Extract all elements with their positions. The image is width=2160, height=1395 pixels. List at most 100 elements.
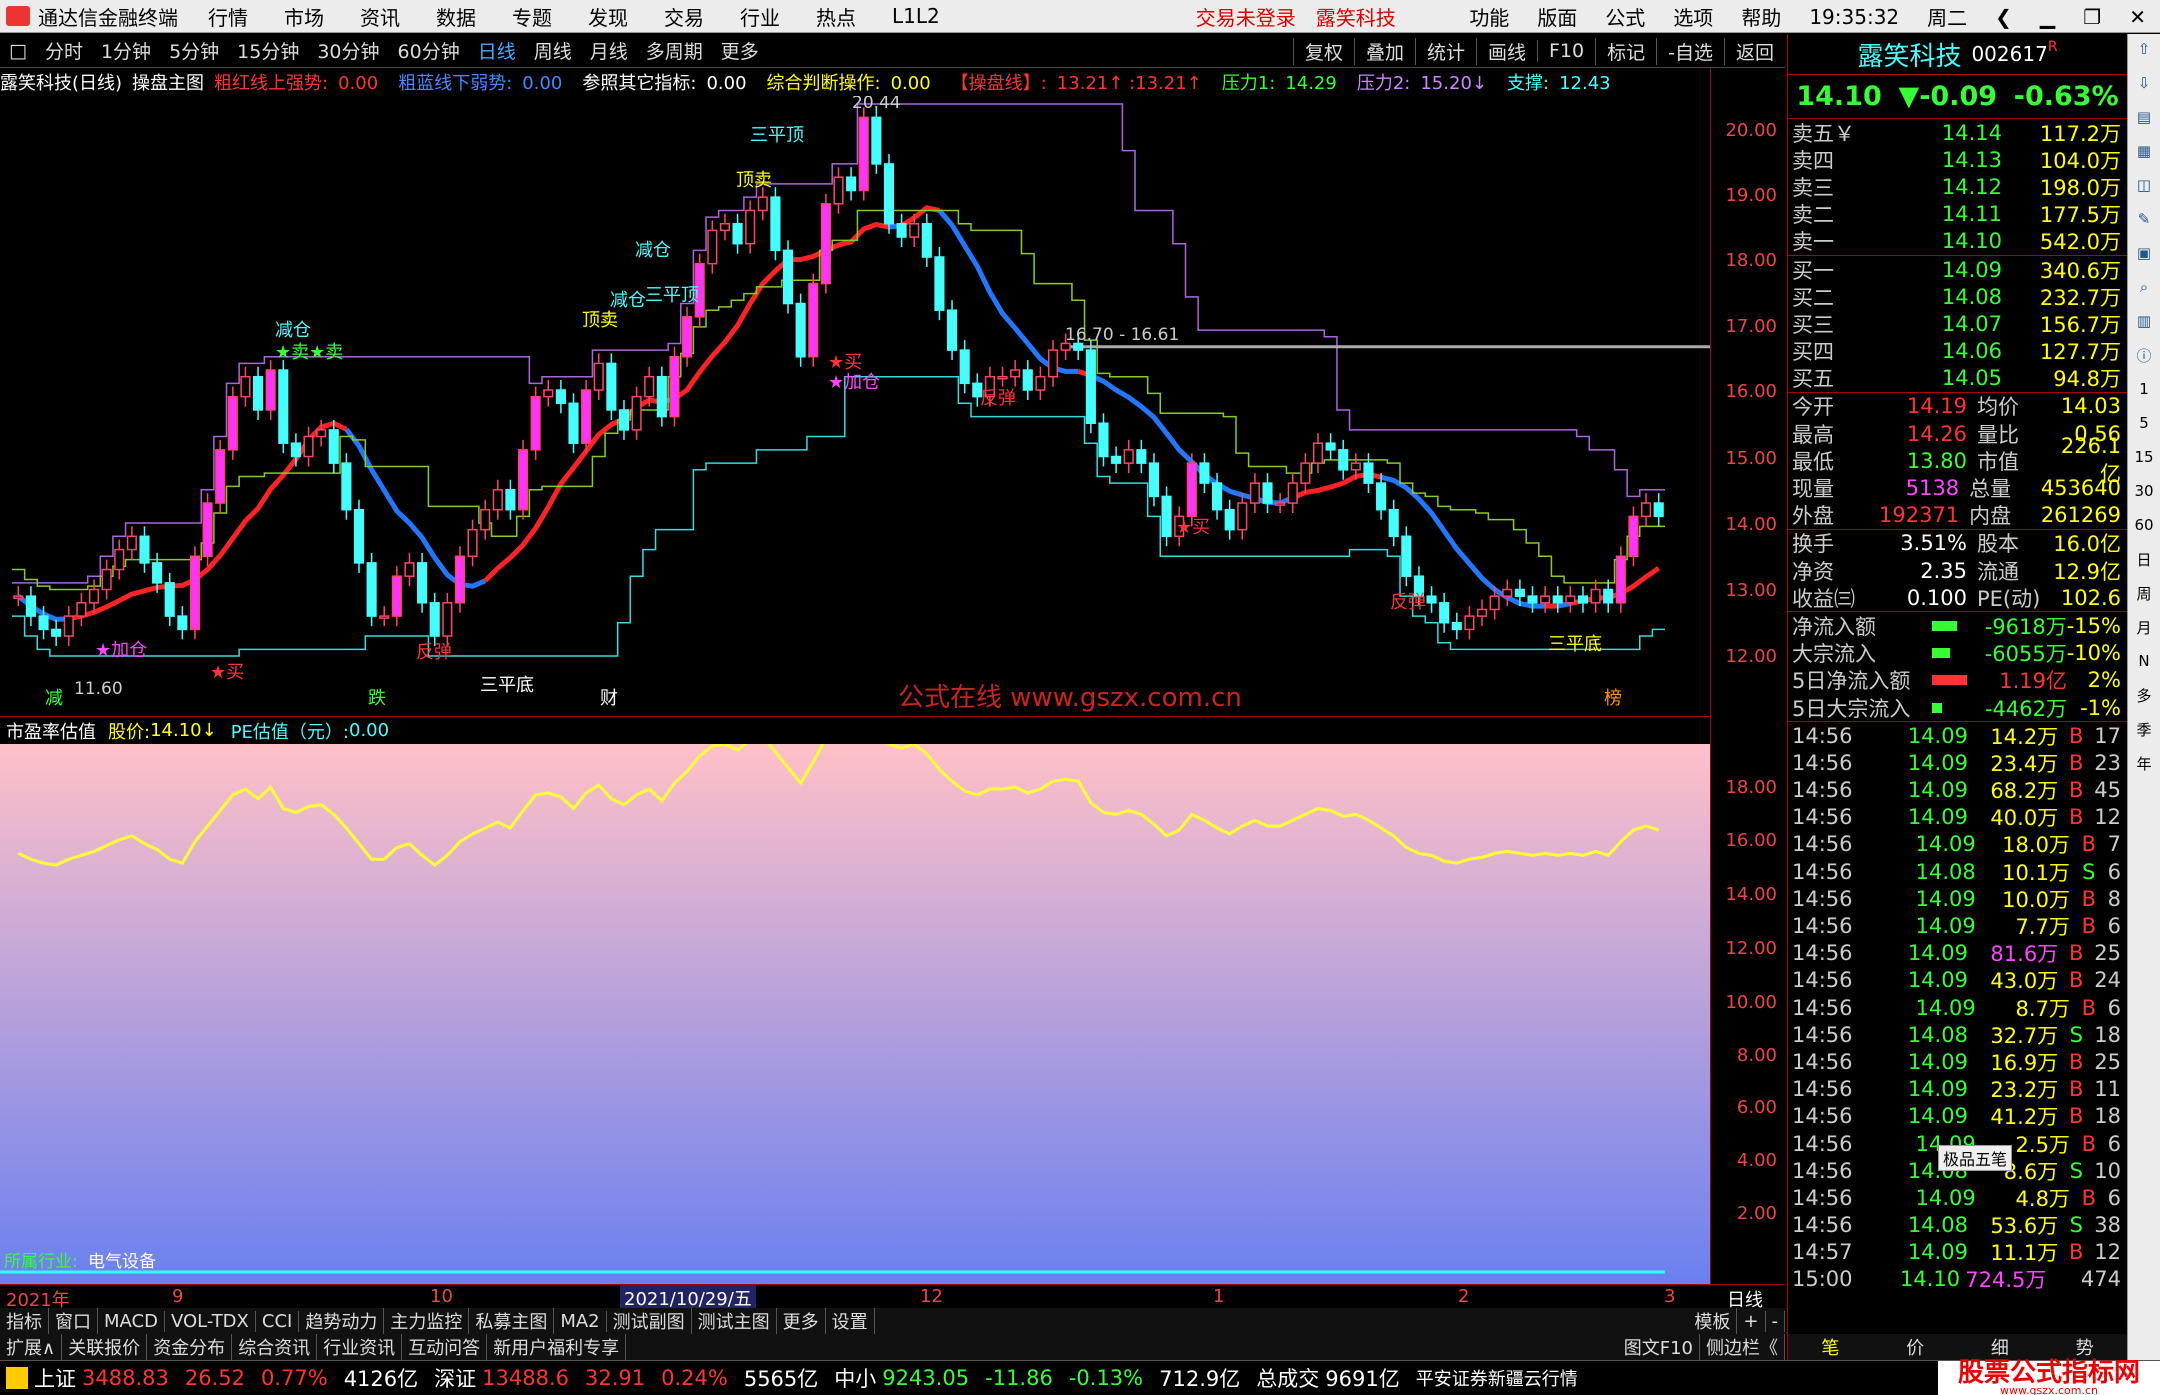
tick-list[interactable]: 14:56 14.09 14.2万 B 17 14:56 14.09 23.4万 B 23 14:5… <box>1788 721 2127 1293</box>
minimize-icon[interactable]: ▁ <box>2040 5 2055 29</box>
status-icon[interactable] <box>6 1367 28 1389</box>
sidebar-period-year[interactable]: 年 <box>2128 748 2160 778</box>
menu-options[interactable]: 选项 <box>1673 2 1713 31</box>
tab-related[interactable]: 关联报价 <box>62 1334 148 1360</box>
menu-data[interactable]: 数据 <box>436 2 476 31</box>
tab-remove[interactable]: - <box>1766 1310 1785 1332</box>
period-1min[interactable]: 1分钟 <box>92 37 160 64</box>
info-icon[interactable]: ⓘ <box>2128 340 2160 370</box>
panel-toggle-icon[interactable]: □ <box>0 40 36 62</box>
btn-draw[interactable]: 画线 <box>1475 37 1537 65</box>
tab-test-main[interactable]: 测试主图 <box>692 1308 777 1334</box>
period-multi[interactable]: 多周期 <box>637 37 712 64</box>
tab-vol[interactable]: VOL-TDX <box>165 1310 256 1332</box>
tab-trend[interactable]: 趋势动力 <box>299 1308 385 1334</box>
tab-fund[interactable]: 资金分布 <box>147 1334 233 1360</box>
menu-l1l2[interactable]: L1L2 <box>892 4 940 28</box>
up-icon[interactable]: ⇧ <box>2128 34 2160 64</box>
sidebar-period-quarter[interactable]: 季 <box>2128 714 2160 744</box>
menu-industry[interactable]: 行业 <box>740 2 780 31</box>
close-icon[interactable]: ✕ <box>2129 5 2146 29</box>
btn-fuquan[interactable]: 复权 <box>1292 37 1354 65</box>
menu-topic[interactable]: 专题 <box>512 2 552 31</box>
sidebar-period-n[interactable]: N <box>2128 646 2160 676</box>
tab-settings[interactable]: 设置 <box>826 1308 875 1334</box>
tab-ma2[interactable]: MA2 <box>554 1310 607 1332</box>
tab-xi[interactable]: 细 <box>1991 1334 2009 1360</box>
tab-cci[interactable]: CCI <box>256 1310 300 1332</box>
period-weekly[interactable]: 周线 <box>525 37 581 64</box>
chart-icon[interactable]: ◫ <box>2128 170 2160 200</box>
menu-trade[interactable]: 交易 <box>664 2 704 31</box>
menu-market[interactable]: 市场 <box>284 2 324 31</box>
period-daily[interactable]: 日线 <box>469 37 525 64</box>
period-5min[interactable]: 5分钟 <box>160 37 228 64</box>
sz-label[interactable]: 深证 <box>434 1363 476 1393</box>
menu-news[interactable]: 资讯 <box>360 2 400 31</box>
calc-icon[interactable]: ▥ <box>2128 306 2160 336</box>
sidebar-period-15[interactable]: 15 <box>2128 442 2160 472</box>
menu-help[interactable]: 帮助 <box>1741 2 1781 31</box>
sidebar-period-30[interactable]: 30 <box>2128 476 2160 506</box>
back-icon[interactable]: ❮ <box>1995 5 2012 29</box>
period-60min[interactable]: 60分钟 <box>389 37 469 64</box>
btn-back[interactable]: 返回 <box>1723 37 1785 65</box>
sidebar-period-month[interactable]: 月 <box>2128 612 2160 642</box>
tab-jia[interactable]: 价 <box>1906 1334 1924 1360</box>
restore-icon[interactable]: ❐ <box>2083 5 2101 29</box>
period-monthly[interactable]: 月线 <box>581 37 637 64</box>
menu-function[interactable]: 功能 <box>1469 2 1509 31</box>
news-icon[interactable]: ▤ <box>2128 102 2160 132</box>
period-30min[interactable]: 30分钟 <box>308 37 388 64</box>
grid-icon[interactable]: ▦ <box>2128 136 2160 166</box>
sidebar-period-60[interactable]: 60 <box>2128 510 2160 540</box>
tab-window[interactable]: 窗口 <box>49 1308 98 1334</box>
current-stock-alert[interactable]: 露笑科技 <box>1316 2 1396 31</box>
tab-bi[interactable]: 笔 <box>1821 1334 1839 1360</box>
sidebar-period-week[interactable]: 周 <box>2128 578 2160 608</box>
tab-sidebar[interactable]: 侧边栏《 <box>1700 1334 1785 1360</box>
menu-formula[interactable]: 公式 <box>1605 2 1645 31</box>
tab-macd[interactable]: MACD <box>98 1310 165 1332</box>
sub-title[interactable]: 市盈率估值 <box>6 718 96 744</box>
btn-f10[interactable]: F10 <box>1537 40 1595 62</box>
menu-hq[interactable]: 行情 <box>208 2 248 31</box>
btn-stats[interactable]: 统计 <box>1414 37 1476 65</box>
btn-mark[interactable]: 标记 <box>1595 37 1656 65</box>
menu-layout[interactable]: 版面 <box>1537 2 1577 31</box>
candlestick-chart[interactable]: 三平顶顶卖减仓顶卖减仓 三平顶减仓★卖★卖★加仓★买反弹三平底★买★加仓反弹★买反… <box>0 96 1710 716</box>
ime-popup[interactable]: 极品五笔 <box>1938 1145 2013 1171</box>
f10-icon[interactable]: ▣ <box>2128 238 2160 268</box>
sh-label[interactable]: 上证 <box>34 1363 76 1393</box>
legend-formula[interactable]: 操盘主图 <box>132 69 204 95</box>
tab-monitor[interactable]: 主力监控 <box>384 1308 470 1334</box>
menu-discover[interactable]: 发现 <box>588 2 628 31</box>
period-fenshi[interactable]: 分时 <box>36 37 92 64</box>
period-15min[interactable]: 15分钟 <box>228 37 308 64</box>
zx-label[interactable]: 中小 <box>834 1363 876 1393</box>
tab-private[interactable]: 私募主图 <box>469 1308 555 1334</box>
sidebar-period-multi[interactable]: 多 <box>2128 680 2160 710</box>
pen-icon[interactable]: ✎ <box>2128 204 2160 234</box>
tab-f10[interactable]: 图文F10 <box>1618 1334 1700 1360</box>
tab-welfare[interactable]: 新用户福利专享 <box>487 1334 627 1360</box>
sidebar-period-1[interactable]: 1 <box>2128 374 2160 404</box>
tab-indicator[interactable]: 指标 <box>0 1308 49 1334</box>
btn-unwatch[interactable]: -自选 <box>1656 37 1724 65</box>
menu-hot[interactable]: 热点 <box>816 2 856 31</box>
sidebar-period-5[interactable]: 5 <box>2128 408 2160 438</box>
down-icon[interactable]: ⇩ <box>2128 68 2160 98</box>
tab-test-sub[interactable]: 测试副图 <box>607 1308 692 1334</box>
tab-more[interactable]: 更多 <box>777 1308 826 1334</box>
tab-add[interactable]: + <box>1737 1310 1766 1332</box>
tab-template[interactable]: 模板 <box>1688 1308 1738 1334</box>
sidebar-period-day[interactable]: 日 <box>2128 544 2160 574</box>
btn-overlay[interactable]: 叠加 <box>1353 37 1415 65</box>
login-alert[interactable]: 交易未登录 <box>1196 2 1296 31</box>
tab-qa[interactable]: 互动问答 <box>402 1334 488 1360</box>
search-icon[interactable]: ⌕ <box>2128 272 2160 302</box>
period-more[interactable]: 更多 <box>712 37 768 64</box>
tab-shi[interactable]: 势 <box>2076 1334 2094 1360</box>
tab-industry-news[interactable]: 行业资讯 <box>317 1334 403 1360</box>
tab-expand[interactable]: 扩展∧ <box>0 1334 63 1360</box>
